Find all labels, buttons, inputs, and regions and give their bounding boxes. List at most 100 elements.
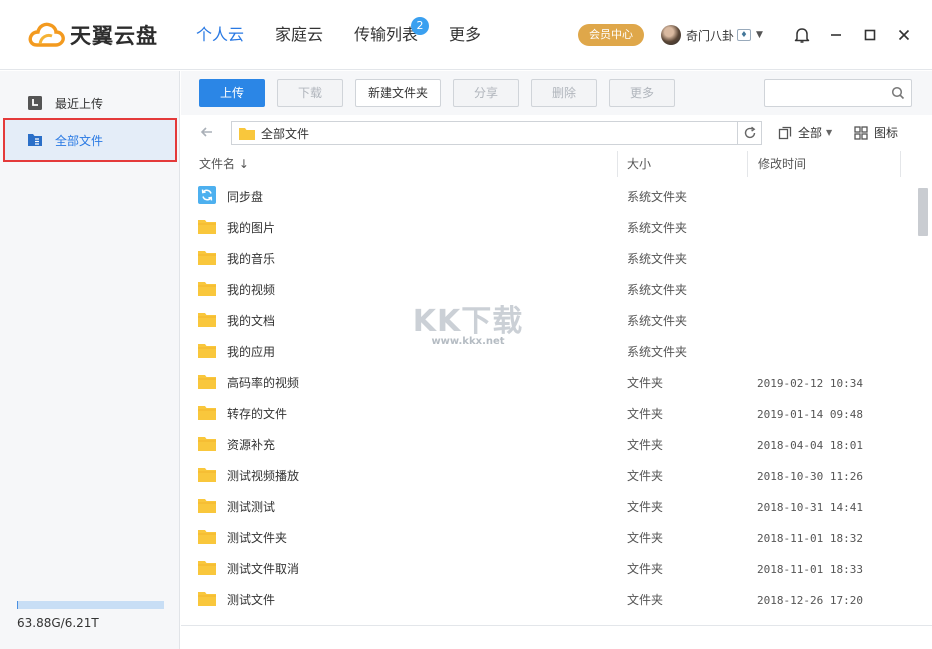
file-name: 测试文件夹 — [227, 531, 288, 545]
sync-folder-icon — [198, 186, 216, 207]
file-type: 文件夹 — [627, 593, 664, 607]
main-nav: 个人云 家庭云 传输列表 2 更多 — [196, 0, 512, 70]
file-type: 系统文件夹 — [627, 345, 688, 359]
file-type: 文件夹 — [627, 562, 664, 576]
bell-icon[interactable] — [791, 24, 813, 46]
table-row[interactable]: 我的音乐 系统文件夹 — [181, 244, 916, 275]
file-name: 我的应用 — [227, 345, 276, 359]
user-menu[interactable]: 奇门八卦 ♦ ▼ — [661, 25, 763, 45]
folder-icon — [198, 219, 216, 237]
table-row[interactable]: 我的视频 系统文件夹 — [181, 275, 916, 306]
table-row[interactable]: 转存的文件 文件夹 2019-01-14 09:48 — [181, 399, 916, 430]
file-modified-date: 2018-10-30 11:26 — [757, 470, 863, 483]
transfer-count-badge: 2 — [411, 17, 430, 35]
search-input[interactable] — [765, 80, 885, 106]
column-divider[interactable] — [747, 151, 748, 177]
folder-icon — [198, 591, 216, 609]
view-toggle[interactable]: 图标 — [854, 124, 898, 141]
more-button[interactable]: 更多 — [609, 79, 675, 107]
breadcrumb[interactable]: 全部文件 — [231, 121, 762, 145]
table-row[interactable]: 测试文件取消 文件夹 2018-11-01 18:33 — [181, 554, 916, 585]
file-name: 我的音乐 — [227, 252, 276, 266]
nav-label: 传输列表 — [354, 25, 419, 44]
share-button[interactable]: 分享 — [453, 79, 519, 107]
table-row[interactable]: 同步盘 系统文件夹 — [181, 182, 916, 213]
filter-dropdown[interactable]: 全部 ▼ — [778, 124, 832, 141]
chevron-down-icon: ▼ — [826, 128, 833, 137]
file-name: 我的文档 — [227, 314, 276, 328]
file-modified-date: 2018-11-01 18:33 — [757, 563, 863, 576]
column-divider[interactable] — [900, 151, 901, 177]
file-name: 转存的文件 — [227, 407, 288, 421]
sidebar-item-all-files[interactable]: 全部文件 — [3, 118, 177, 162]
nav-more[interactable]: 更多 — [449, 0, 481, 70]
path-bar: 全部文件 全部 ▼ 图标 — [181, 115, 932, 151]
folder-icon — [198, 436, 216, 454]
file-type: 文件夹 — [627, 376, 664, 390]
file-name: 高码率的视频 — [227, 376, 300, 390]
column-size-header[interactable]: 大小 — [627, 151, 651, 177]
file-modified-date: 2018-11-01 18:32 — [757, 532, 863, 545]
vip-center-button[interactable]: 会员中心 — [578, 24, 644, 46]
nav-label: 个人云 — [196, 25, 245, 44]
file-type: 文件夹 — [627, 407, 664, 421]
nav-label: 家庭云 — [275, 25, 324, 44]
folder-icon — [239, 127, 255, 140]
file-name: 测试文件取消 — [227, 562, 300, 576]
file-type: 文件夹 — [627, 469, 664, 483]
table-row[interactable]: 我的应用 系统文件夹 — [181, 337, 916, 368]
table-row[interactable]: 测试文件夹 文件夹 2018-11-01 18:32 — [181, 523, 916, 554]
file-modified-date: 2019-02-12 10:34 — [757, 377, 863, 390]
scrollbar-thumb[interactable] — [918, 188, 928, 236]
folder-icon — [198, 405, 216, 423]
table-row[interactable]: 测试文件 文件夹 2018-12-26 17:20 — [181, 585, 916, 616]
scrollbar[interactable] — [917, 182, 929, 625]
search-icon[interactable] — [891, 86, 905, 100]
file-type: 系统文件夹 — [627, 283, 688, 297]
table-row[interactable]: 资源补充 文件夹 2018-04-04 18:01 — [181, 430, 916, 461]
table-row[interactable]: 我的文档 系统文件夹 — [181, 306, 916, 337]
view-label: 图标 — [874, 126, 899, 140]
column-divider[interactable] — [617, 151, 618, 177]
nav-personal-cloud[interactable]: 个人云 — [196, 0, 244, 70]
delete-button[interactable]: 删除 — [531, 79, 597, 107]
vip-badge-icon: ♦ — [737, 29, 752, 41]
sidebar-item-label: 全部文件 — [55, 133, 104, 148]
table-row[interactable]: 测试测试 文件夹 2018-10-31 14:41 — [181, 492, 916, 523]
folder-icon — [198, 312, 216, 330]
search-box[interactable] — [764, 79, 912, 107]
refresh-icon[interactable] — [737, 122, 761, 144]
maximize-icon[interactable] — [859, 24, 881, 46]
file-modified-date: 2018-12-26 17:20 — [757, 594, 863, 607]
status-strip — [181, 626, 932, 649]
sidebar: 最近上传 全部文件 63.88G/6.21T — [0, 71, 180, 649]
new-folder-button[interactable]: 新建文件夹 — [355, 79, 441, 107]
back-arrow-icon[interactable] — [199, 124, 215, 140]
table-row[interactable]: 高码率的视频 文件夹 2019-02-12 10:34 — [181, 368, 916, 399]
breadcrumb-label: 全部文件 — [261, 126, 310, 141]
folder-icon — [198, 498, 216, 516]
table-row[interactable]: 测试视频播放 文件夹 2018-10-30 11:26 — [181, 461, 916, 492]
user-name: 奇门八卦 — [686, 28, 735, 43]
file-name: 同步盘 — [227, 190, 264, 204]
file-type: 系统文件夹 — [627, 252, 688, 266]
file-modified-date: 2018-04-04 18:01 — [757, 439, 863, 452]
download-button[interactable]: 下载 — [277, 79, 343, 107]
minimize-icon[interactable] — [825, 24, 847, 46]
file-name: 测试视频播放 — [227, 469, 300, 483]
file-name: 测试测试 — [227, 500, 276, 514]
file-name: 我的图片 — [227, 221, 276, 235]
file-type: 系统文件夹 — [627, 221, 688, 235]
app-logo: 天翼云盘 — [28, 20, 158, 50]
file-type: 系统文件夹 — [627, 314, 688, 328]
nav-family-cloud[interactable]: 家庭云 — [275, 0, 323, 70]
upload-button[interactable]: 上传 — [199, 79, 265, 107]
file-modified-date: 2019-01-14 09:48 — [757, 408, 863, 421]
file-name: 资源补充 — [227, 438, 276, 452]
nav-transfer-list[interactable]: 传输列表 2 — [354, 0, 430, 70]
table-row[interactable]: 我的图片 系统文件夹 — [181, 213, 916, 244]
column-name-header[interactable]: 文件名 ↓ — [199, 151, 249, 177]
title-bar: 天翼云盘 个人云 家庭云 传输列表 2 更多 会员中心 奇门八卦 ♦ ▼ — [0, 0, 932, 70]
close-icon[interactable] — [893, 24, 915, 46]
column-modified-header[interactable]: 修改时间 — [758, 151, 806, 177]
